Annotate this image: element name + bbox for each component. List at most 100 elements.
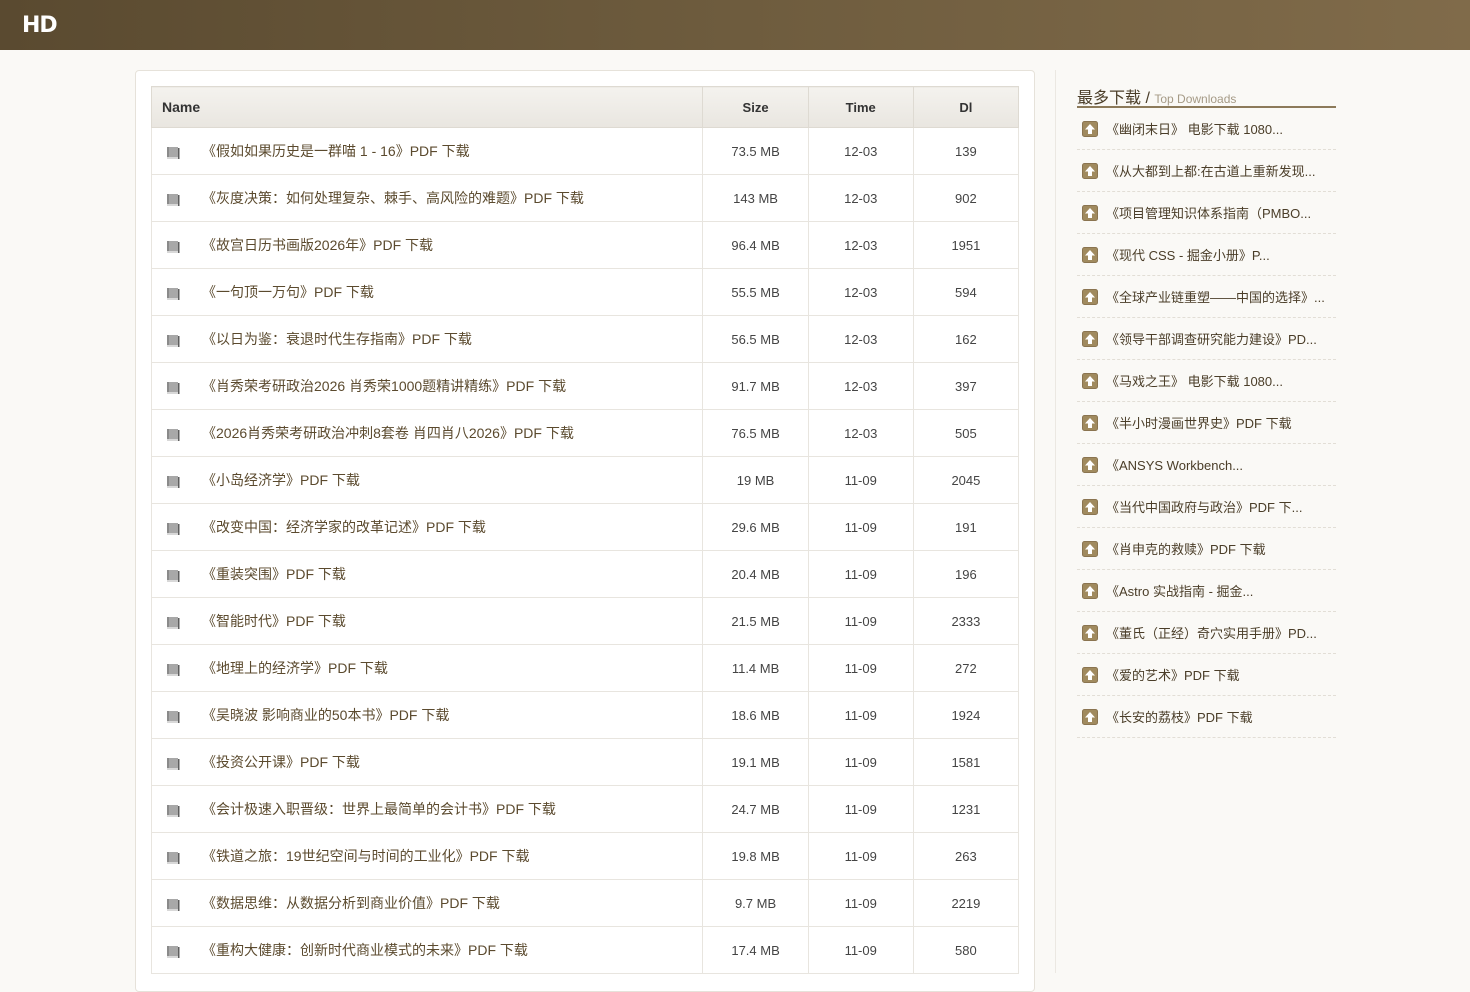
file-name-cell: 《一句顶一万句》PDF 下载 — [150, 268, 704, 316]
file-link[interactable]: 《重构大健康：创新时代商业模式的未来》PDF 下载 — [202, 942, 528, 958]
top-download-title[interactable]: 《项目管理知识体系指南（PMBO... — [1106, 203, 1311, 222]
file-table-body: 《假如如果历史是一群喵 1 - 16》PDF 下载 73.5 MB 12-03 139… — [150, 127, 1020, 974]
file-name-cell: 《假如如果历史是一群喵 1 - 16》PDF 下载 — [150, 127, 704, 175]
top-download-title[interactable]: 《马戏之王》 电影下载 1080... — [1106, 371, 1283, 390]
download-count-cell: 272 — [912, 644, 1020, 692]
list-item[interactable]: 《从大都到上都:在古道上重新发现... — [1077, 150, 1336, 192]
top-download-title[interactable]: 《现代 CSS - 掘金小册》P... — [1106, 245, 1270, 264]
upload-arrow-icon — [1082, 414, 1098, 431]
list-item[interactable]: 《幽闭末日》 电影下载 1080... — [1077, 108, 1336, 150]
book-icon — [167, 758, 180, 770]
top-download-title[interactable]: 《幽闭末日》 电影下载 1080... — [1106, 119, 1283, 138]
book-icon — [167, 523, 180, 535]
list-item[interactable]: 《现代 CSS - 掘金小册》P... — [1077, 234, 1336, 276]
file-link[interactable]: 《铁道之旅：19世纪空间与时间的工业化》PDF 下载 — [202, 848, 529, 864]
top-download-title[interactable]: 《半小时漫画世界史》PDF 下载 — [1106, 413, 1292, 432]
file-name-cell: 《肖秀荣考研政治2026 肖秀荣1000题精讲精练》PDF 下载 — [150, 362, 704, 410]
file-size-cell: 143 MB — [702, 174, 809, 222]
file-link[interactable]: 《重装突围》PDF 下载 — [202, 566, 346, 582]
top-download-title[interactable]: 《ANSYS Workbench... — [1106, 455, 1243, 474]
file-size-cell: 9.7 MB — [702, 879, 809, 927]
file-time-cell: 12-03 — [807, 409, 914, 457]
column-header-name[interactable]: Name — [150, 86, 704, 128]
file-link[interactable]: 《改变中国：经济学家的改革记述》PDF 下载 — [202, 519, 486, 535]
file-link[interactable]: 《2026肖秀荣考研政治冲刺8套卷 肖四肖八2026》PDF 下载 — [202, 425, 574, 441]
file-link[interactable]: 《投资公开课》PDF 下载 — [202, 754, 360, 770]
table-row: 《吴晓波 影响商业的50本书》PDF 下载 18.6 MB 11-09 1924 — [150, 691, 1020, 739]
file-time-cell: 12-03 — [807, 174, 914, 222]
list-item[interactable]: 《Astro 实战指南 - 掘金... — [1077, 570, 1336, 612]
download-count-cell: 263 — [912, 832, 1020, 880]
file-size-cell: 73.5 MB — [702, 127, 809, 175]
table-row: 《改变中国：经济学家的改革记述》PDF 下载 29.6 MB 11-09 191 — [150, 503, 1020, 551]
file-link[interactable]: 《地理上的经济学》PDF 下载 — [202, 660, 388, 676]
list-item[interactable]: 《领导干部调查研究能力建设》PD... — [1077, 318, 1336, 360]
file-time-cell: 11-09 — [807, 644, 914, 692]
file-time-cell: 11-09 — [807, 738, 914, 786]
book-icon — [167, 805, 180, 817]
top-download-title[interactable]: 《Astro 实战指南 - 掘金... — [1106, 581, 1253, 600]
top-download-title[interactable]: 《领导干部调查研究能力建设》PD... — [1106, 329, 1317, 348]
list-item[interactable]: 《项目管理知识体系指南（PMBO... — [1077, 192, 1336, 234]
file-time-cell: 11-09 — [807, 926, 914, 974]
file-time-cell: 11-09 — [807, 879, 914, 927]
file-link[interactable]: 《一句顶一万句》PDF 下载 — [202, 284, 374, 300]
list-item[interactable]: 《ANSYS Workbench... — [1077, 444, 1336, 486]
file-link[interactable]: 《以日为鉴：衰退时代生存指南》PDF 下载 — [202, 331, 472, 347]
file-size-cell: 19 MB — [702, 456, 809, 504]
file-size-cell: 19.8 MB — [702, 832, 809, 880]
list-item[interactable]: 《马戏之王》 电影下载 1080... — [1077, 360, 1336, 402]
upload-arrow-icon — [1082, 330, 1098, 347]
file-link[interactable]: 《吴晓波 影响商业的50本书》PDF 下载 — [202, 707, 449, 723]
table-row: 《智能时代》PDF 下载 21.5 MB 11-09 2333 — [150, 597, 1020, 645]
list-item[interactable]: 《当代中国政府与政治》PDF 下... — [1077, 486, 1336, 528]
file-name-cell: 《重构大健康：创新时代商业模式的未来》PDF 下载 — [150, 926, 704, 974]
file-size-cell: 55.5 MB — [702, 268, 809, 316]
list-item[interactable]: 《董氏（正经）奇穴实用手册》PD... — [1077, 612, 1336, 654]
top-download-title[interactable]: 《肖申克的救赎》PDF 下载 — [1106, 539, 1266, 558]
list-item[interactable]: 《全球产业链重塑——中国的选择》... — [1077, 276, 1336, 318]
column-header-time[interactable]: Time — [807, 86, 914, 128]
table-row: 《小岛经济学》PDF 下载 19 MB 11-09 2045 — [150, 456, 1020, 504]
top-download-title[interactable]: 《全球产业链重塑——中国的选择》... — [1106, 287, 1325, 306]
top-download-title[interactable]: 《董氏（正经）奇穴实用手册》PD... — [1106, 623, 1317, 642]
top-download-title[interactable]: 《爱的艺术》PDF 下载 — [1106, 665, 1240, 684]
file-link[interactable]: 《故宫日历书画版2026年》PDF 下载 — [202, 237, 433, 253]
table-row: 《投资公开课》PDF 下载 19.1 MB 11-09 1581 — [150, 738, 1020, 786]
file-table: Name Size Time Dl 《假如如果历史是一群喵 1 - 16》PDF… — [150, 86, 1020, 974]
table-row: 《铁道之旅：19世纪空间与时间的工业化》PDF 下载 19.8 MB 11-09 26… — [150, 832, 1020, 880]
file-link[interactable]: 《智能时代》PDF 下载 — [202, 613, 346, 629]
file-link[interactable]: 《小岛经济学》PDF 下载 — [202, 472, 360, 488]
file-link[interactable]: 《假如如果历史是一群喵 1 - 16》PDF 下载 — [202, 143, 470, 159]
download-count-cell: 196 — [912, 550, 1020, 598]
file-time-cell: 11-09 — [807, 550, 914, 598]
file-list-panel: Name Size Time Dl 《假如如果历史是一群喵 1 - 16》PDF… — [135, 70, 1035, 992]
column-header-downloads[interactable]: Dl — [912, 86, 1020, 128]
download-count-cell: 1951 — [912, 221, 1020, 269]
file-link[interactable]: 《数据思维：从数据分析到商业价值》PDF 下载 — [202, 895, 500, 911]
file-name-cell: 《以日为鉴：衰退时代生存指南》PDF 下载 — [150, 315, 704, 363]
file-link[interactable]: 《肖秀荣考研政治2026 肖秀荣1000题精讲精练》PDF 下载 — [202, 378, 566, 394]
file-time-cell: 11-09 — [807, 503, 914, 551]
table-row: 《肖秀荣考研政治2026 肖秀荣1000题精讲精练》PDF 下载 91.7 MB 1… — [150, 362, 1020, 410]
top-download-title[interactable]: 《从大都到上都:在古道上重新发现... — [1106, 161, 1315, 180]
file-time-cell: 11-09 — [807, 597, 914, 645]
file-link[interactable]: 《灰度决策：如何处理复杂、棘手、高风险的难题》PDF 下载 — [202, 190, 584, 206]
list-item[interactable]: 《肖申克的救赎》PDF 下载 — [1077, 528, 1336, 570]
list-item[interactable]: 《爱的艺术》PDF 下载 — [1077, 654, 1336, 696]
file-link[interactable]: 《会计极速入职晋级：世界上最简单的会计书》PDF 下载 — [202, 801, 556, 817]
table-row: 《灰度决策：如何处理复杂、棘手、高风险的难题》PDF 下载 143 MB 12-03… — [150, 174, 1020, 222]
list-item[interactable]: 《半小时漫画世界史》PDF 下载 — [1077, 402, 1336, 444]
table-row: 《故宫日历书画版2026年》PDF 下载 96.4 MB 12-03 1951 — [150, 221, 1020, 269]
file-name-cell: 《数据思维：从数据分析到商业价值》PDF 下载 — [150, 879, 704, 927]
top-download-title[interactable]: 《长安的荔枝》PDF 下载 — [1106, 707, 1253, 726]
file-name-cell: 《地理上的经济学》PDF 下载 — [150, 644, 704, 692]
list-item[interactable]: 《长安的荔枝》PDF 下载 — [1077, 696, 1336, 738]
upload-arrow-icon — [1082, 498, 1098, 515]
site-logo[interactable]: HD — [22, 13, 58, 38]
upload-arrow-icon — [1082, 624, 1098, 641]
top-download-title[interactable]: 《当代中国政府与政治》PDF 下... — [1106, 497, 1302, 516]
download-count-cell: 2333 — [912, 597, 1020, 645]
column-header-size[interactable]: Size — [702, 86, 809, 128]
upload-arrow-icon — [1082, 288, 1098, 305]
